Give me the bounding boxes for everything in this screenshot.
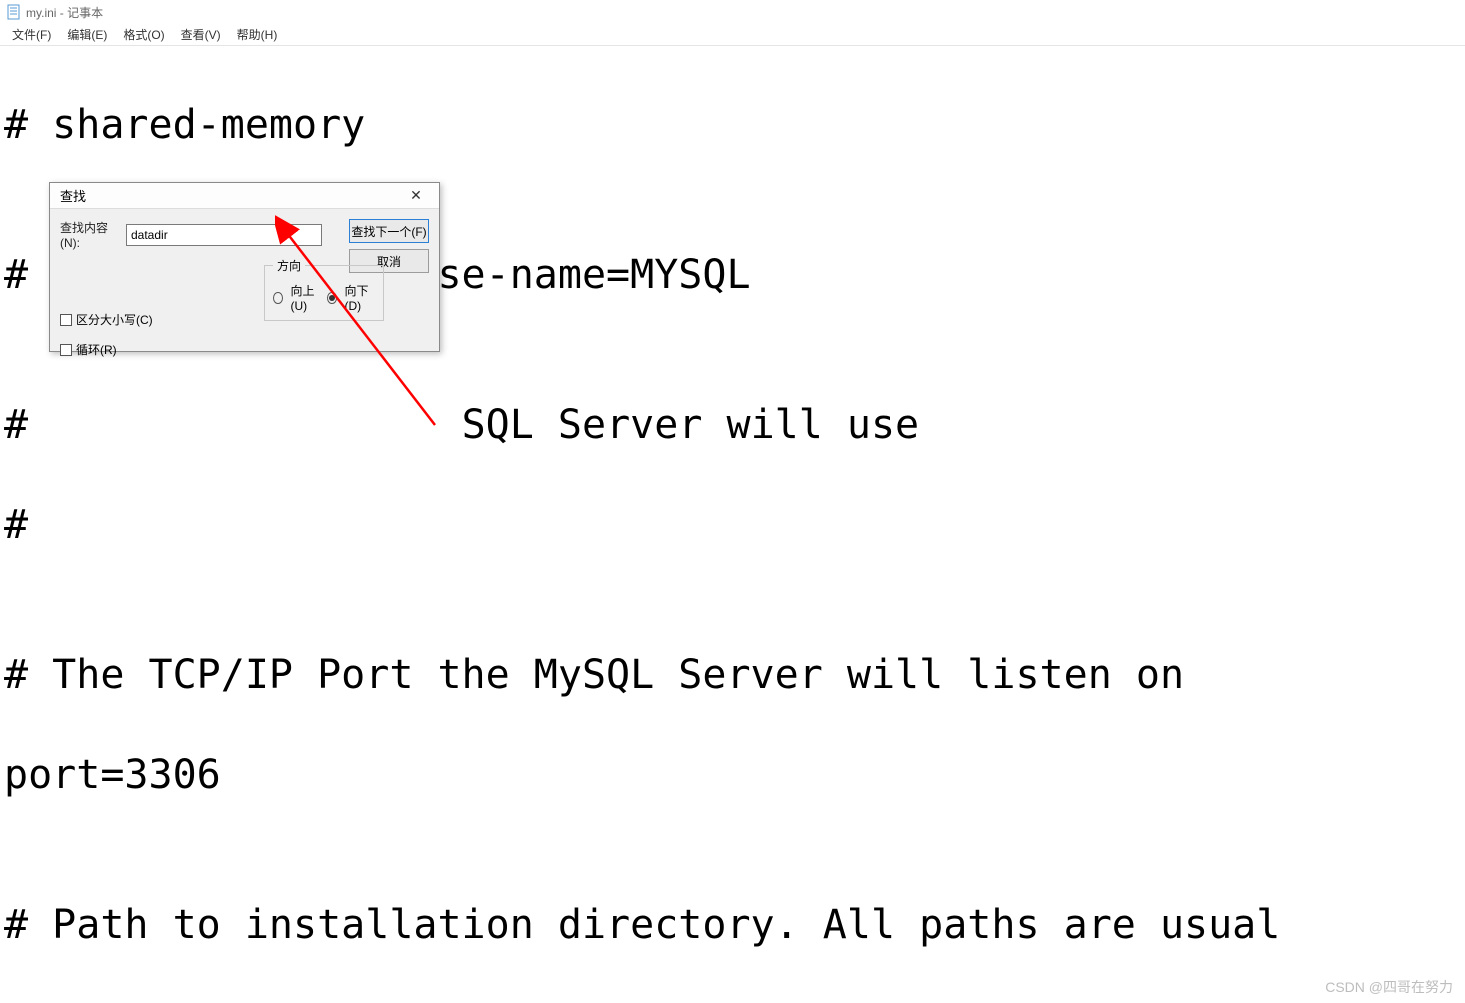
checkbox-loop-label: 循环(R): [76, 341, 117, 358]
checkbox-case-label: 区分大小写(C): [76, 311, 153, 328]
watermark: CSDN @四哥在努力: [1325, 977, 1453, 997]
editor-line: # Path to installation directory. All pa…: [4, 900, 1461, 950]
radio-down[interactable]: [327, 292, 337, 304]
button-label: 查找下一个(F): [351, 223, 426, 240]
find-dialog-title: 查找: [60, 186, 86, 205]
editor-line: # The TCP/IP Port the MySQL Server will …: [4, 650, 1461, 700]
menu-edit[interactable]: 编辑(E): [59, 24, 115, 45]
menu-view[interactable]: 查看(V): [173, 24, 229, 45]
find-dialog-body: 查找内容(N): 查找下一个(F) 取消 方向 向上(U) 向下(D) 区分大小…: [50, 209, 439, 351]
find-dialog: 查找 ✕ 查找内容(N): 查找下一个(F) 取消 方向 向上(U) 向下(D): [49, 182, 440, 352]
checkbox-case[interactable]: [60, 314, 72, 326]
direction-group: 方向 向上(U) 向下(D): [264, 265, 384, 321]
menu-file[interactable]: 文件(F): [4, 24, 59, 45]
radio-up-label: 向上(U): [291, 282, 322, 313]
titlebar: my.ini - 记事本: [0, 0, 1465, 24]
editor-line: # XXXXXXXXXXXXXXXXXSQL Server will use: [4, 400, 1461, 450]
editor-line: #: [4, 500, 1461, 550]
checkbox-loop[interactable]: [60, 344, 72, 356]
notepad-icon: [6, 4, 22, 20]
menubar: 文件(F) 编辑(E) 格式(O) 查看(V) 帮助(H): [0, 24, 1465, 46]
close-button[interactable]: ✕: [399, 186, 433, 206]
find-content-label: 查找内容(N):: [60, 219, 126, 250]
find-next-button[interactable]: 查找下一个(F): [349, 219, 429, 243]
close-icon: ✕: [410, 187, 422, 204]
menu-format[interactable]: 格式(O): [115, 24, 172, 45]
radio-up[interactable]: [273, 292, 283, 304]
radio-down-label: 向下(D): [345, 282, 376, 313]
menu-help[interactable]: 帮助(H): [229, 24, 286, 45]
editor-line: port=3306: [4, 750, 1461, 800]
window-title: my.ini - 记事本: [26, 4, 103, 21]
find-input[interactable]: [126, 224, 322, 246]
direction-legend: 方向: [273, 257, 305, 274]
text: SQL Server will use: [462, 402, 920, 448]
text: #: [4, 402, 52, 448]
find-dialog-titlebar[interactable]: 查找 ✕: [50, 183, 439, 209]
editor-line: # shared-memory: [4, 100, 1461, 150]
